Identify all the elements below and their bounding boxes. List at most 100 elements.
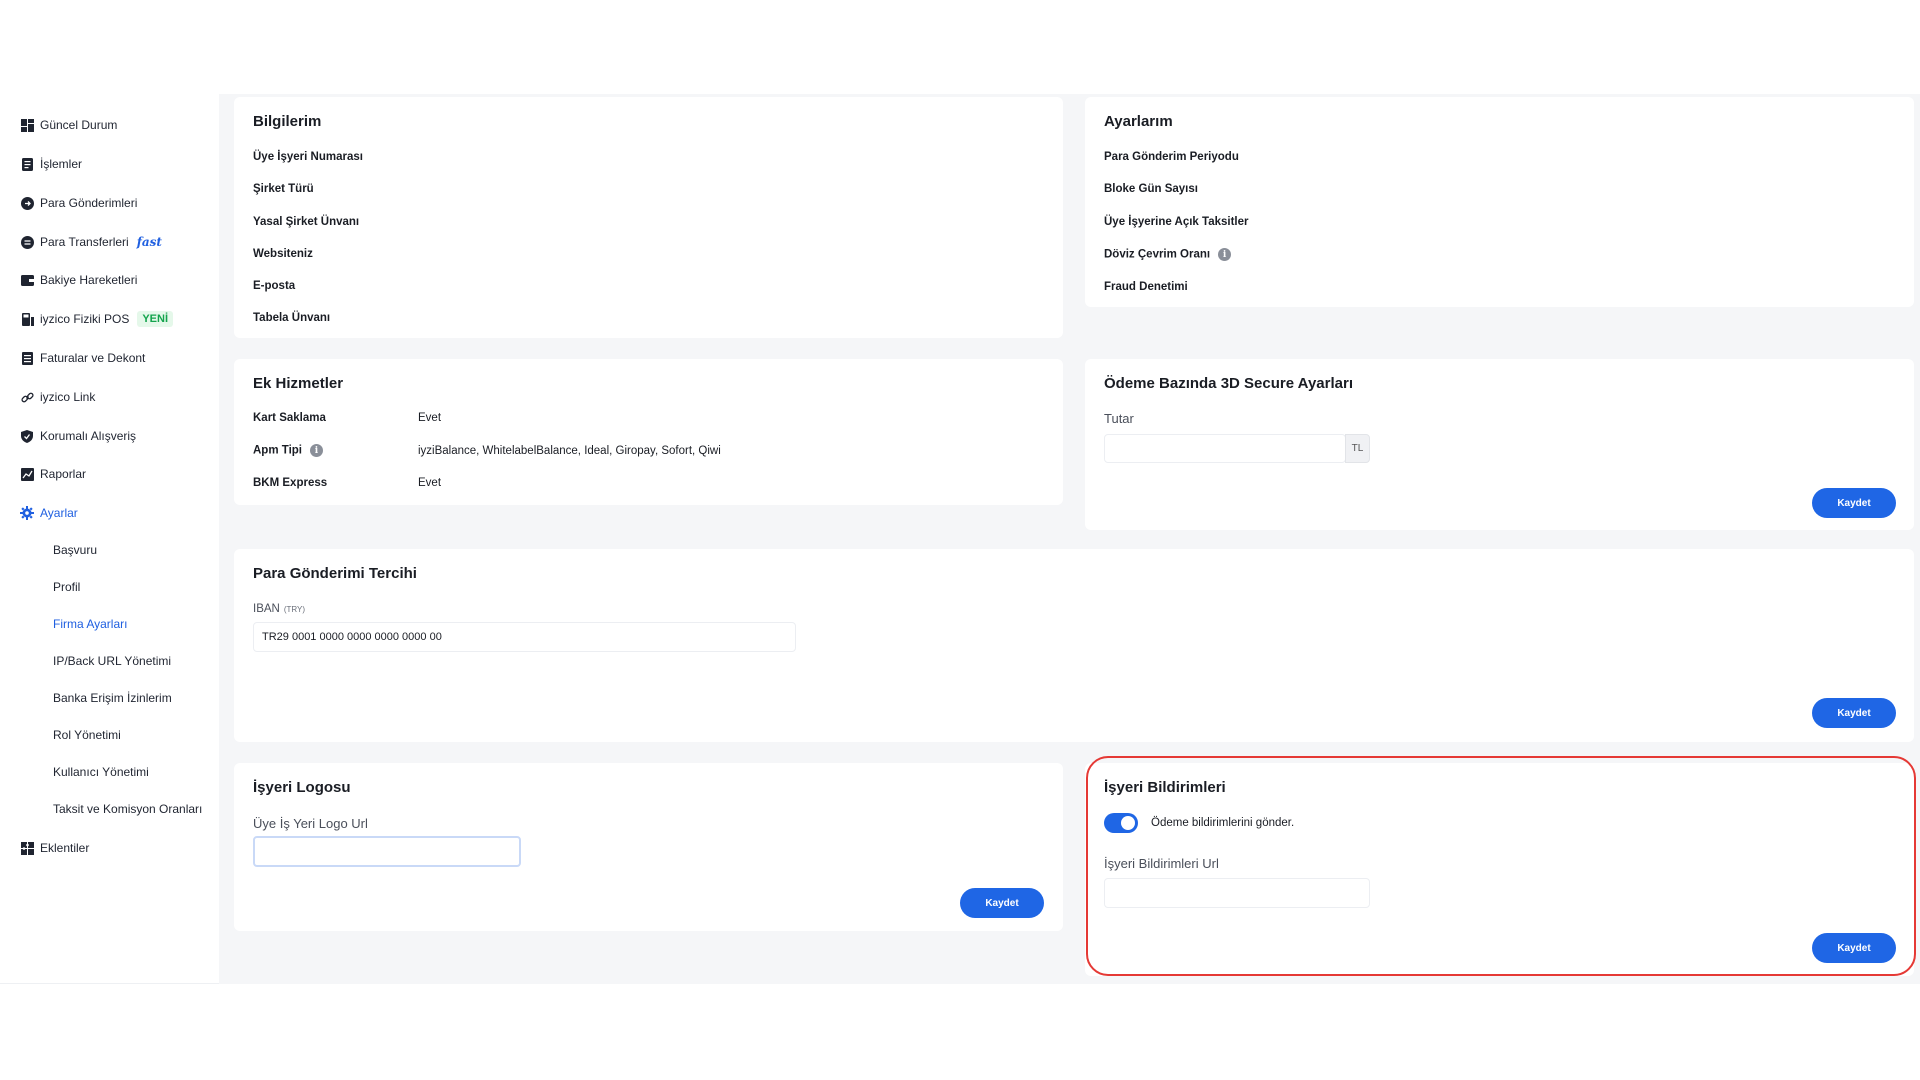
- tutar-input[interactable]: [1104, 434, 1346, 463]
- sidebar-item-korumali-alisveris[interactable]: Korumalı Alışveriş: [20, 424, 136, 448]
- sidebar-item-label: Faturalar ve Dekont: [40, 351, 146, 365]
- secure-3d-card: Ödeme Bazında 3D Secure Ayarları Tutar T…: [1085, 359, 1914, 530]
- card-title: İşyeri Bildirimleri: [1104, 779, 1226, 796]
- main-content: Bilgilerim Üye İşyeri Numarası Şirket Tü…: [219, 94, 1920, 984]
- sidebar-item-label: iyzico Fiziki POS: [40, 312, 130, 326]
- notification-toggle[interactable]: [1104, 813, 1138, 833]
- save-button[interactable]: Kaydet: [1812, 933, 1896, 963]
- sidebar-sub-label: Firma Ayarları: [53, 617, 128, 631]
- sidebar-item-islemler[interactable]: İşlemler: [20, 152, 82, 176]
- sidebar-sub-label: Kullanıcı Yönetimi: [53, 765, 149, 779]
- sidebar-item-label: Para Transferleri: [40, 235, 129, 249]
- sidebar-item-ayarlar[interactable]: Ayarlar: [20, 501, 78, 525]
- notification-url-label: İşyeri Bildirimleri Url: [1104, 856, 1219, 871]
- sidebar-item-label: Para Gönderimleri: [40, 196, 138, 210]
- new-badge: YENİ: [137, 311, 174, 327]
- sidebar-sub-label: Rol Yönetimi: [53, 728, 121, 742]
- card-title: Para Gönderimi Tercihi: [253, 565, 417, 582]
- sidebar-item-fiziki-pos[interactable]: iyzico Fiziki POS YENİ: [20, 307, 174, 331]
- para-gonderimi-card: Para Gönderimi Tercihi IBAN (TRY) TR29 00…: [234, 549, 1914, 742]
- sidebar-sub-kullanici-yonetimi[interactable]: Kullanıcı Yönetimi: [53, 761, 149, 783]
- service-row-label: BKM Express: [253, 477, 328, 489]
- service-row-label: Apm Tipi: [253, 444, 302, 457]
- card-title: İşyeri Logosu: [253, 779, 351, 796]
- puzzle-icon: [20, 841, 34, 855]
- chart-icon: [20, 467, 34, 481]
- sidebar-sub-firma-ayarlari[interactable]: Firma Ayarları: [53, 613, 127, 635]
- fast-badge: fast: [136, 235, 162, 249]
- sidebar-sub-taksit-komisyon[interactable]: Taksit ve Komisyon Oranları: [53, 798, 202, 820]
- notification-url-input[interactable]: [1104, 878, 1370, 908]
- sidebar-sub-label: Profil: [53, 580, 81, 594]
- wallet-icon: [20, 273, 34, 287]
- toggle-label: Ödeme bildirimlerini gönder.: [1151, 817, 1295, 829]
- info-row-label: Yasal Şirket Ünvanı: [253, 216, 360, 228]
- bildirimler-card: İşyeri Bildirimleri Ödeme bildirimlerini…: [1085, 763, 1914, 976]
- iban-input[interactable]: TR29 0001 0000 0000 0000 0000 00: [253, 622, 796, 652]
- logo-card: İşyeri Logosu Üye İş Yeri Logo Url Kayde…: [234, 763, 1063, 931]
- bilgilerim-card: Bilgilerim Üye İşyeri Numarası Şirket Tü…: [234, 97, 1063, 338]
- settings-row-doviz: Döviz Çevrim Oranı i: [1104, 248, 1232, 261]
- sidebar-sub-banka-erisim[interactable]: Banka Erişim İzinlerim: [53, 687, 172, 709]
- card-title: Ayarlarım: [1104, 113, 1173, 130]
- info-row-label: Tabela Ünvanı: [253, 312, 331, 324]
- tutar-label: Tutar: [1104, 411, 1134, 426]
- dashboard-icon: [20, 118, 34, 132]
- service-row-value: Evet: [418, 412, 442, 424]
- info-row-label: E-posta: [253, 280, 296, 292]
- sidebar-sub-profil[interactable]: Profil: [53, 576, 80, 598]
- sidebar-sub-label: Başvuru: [53, 543, 98, 557]
- settings-row-label: Fraud Denetimi: [1104, 281, 1188, 293]
- money-send-icon: [20, 196, 34, 210]
- info-icon[interactable]: i: [309, 444, 323, 457]
- pos-icon: [20, 312, 34, 326]
- shield-icon: [20, 429, 34, 443]
- settings-row-label: Döviz Çevrim Oranı: [1104, 248, 1211, 261]
- sidebar-item-label: iyzico Link: [40, 390, 96, 404]
- sidebar-item-label: Raporlar: [40, 467, 87, 481]
- sidebar-item-label: Korumalı Alışveriş: [40, 429, 137, 443]
- ayarlarim-card: Ayarlarım Para Gönderim Periyodu Bloke G…: [1085, 97, 1914, 307]
- sidebar-item-bakiye-hareketleri[interactable]: Bakiye Hareketleri: [20, 268, 137, 292]
- toggle-knob: [1121, 816, 1135, 830]
- info-row-label: Üye İşyeri Numarası: [253, 151, 363, 163]
- sidebar-item-faturalar[interactable]: Faturalar ve Dekont: [20, 346, 145, 370]
- info-row-label: Websiteniz: [253, 248, 313, 260]
- sidebar-item-label: Eklentiler: [40, 841, 90, 855]
- invoice-icon: [20, 351, 34, 365]
- sidebar-sub-label: Taksit ve Komisyon Oranları: [53, 802, 203, 816]
- link-icon: [20, 390, 34, 404]
- card-title: Ödeme Bazında 3D Secure Ayarları: [1104, 375, 1353, 392]
- service-row-value: iyziBalance, WhitelabelBalance, Ideal, G…: [418, 445, 721, 457]
- sidebar-sub-basvuru[interactable]: Başvuru: [53, 539, 97, 561]
- service-row-value: Evet: [418, 477, 442, 489]
- sidebar-item-para-transferleri[interactable]: Para Transferleri fast: [20, 230, 162, 254]
- info-icon[interactable]: i: [1218, 248, 1232, 261]
- gear-icon: [20, 506, 34, 520]
- sidebar-item-raporlar[interactable]: Raporlar: [20, 462, 86, 486]
- service-row-label: Kart Saklama: [253, 412, 326, 424]
- logo-url-input[interactable]: [253, 836, 521, 867]
- sidebar-item-guncel-durum[interactable]: Güncel Durum: [20, 113, 117, 137]
- sidebar-sub-rol-yonetimi[interactable]: Rol Yönetimi: [53, 724, 121, 746]
- save-button[interactable]: Kaydet: [1812, 698, 1896, 728]
- sidebar-sub-ip-back-url[interactable]: IP/Back URL Yönetimi: [53, 650, 171, 672]
- sidebar-sub-label: Banka Erişim İzinlerim: [53, 691, 172, 705]
- settings-row-label: Bloke Gün Sayısı: [1104, 183, 1198, 195]
- service-row-apm: Apm Tipi i: [253, 444, 323, 457]
- sidebar-item-eklentiler[interactable]: Eklentiler: [20, 836, 89, 860]
- document-icon: [20, 157, 34, 171]
- logo-url-label: Üye İş Yeri Logo Url: [253, 816, 368, 831]
- save-button[interactable]: Kaydet: [1812, 488, 1896, 518]
- transfer-icon: [20, 235, 34, 249]
- sidebar-item-para-gonderimleri[interactable]: Para Gönderimleri: [20, 191, 137, 215]
- save-button[interactable]: Kaydet: [960, 888, 1044, 918]
- iban-label-text: IBAN: [253, 603, 280, 615]
- iban-currency: (TRY): [283, 605, 306, 614]
- tl-addon: TL: [1345, 434, 1370, 463]
- sidebar-item-iyzico-link[interactable]: iyzico Link: [20, 385, 95, 409]
- card-title: Ek Hizmetler: [253, 375, 344, 392]
- sidebar-sub-label: IP/Back URL Yönetimi: [53, 654, 172, 668]
- iban-label: IBAN (TRY): [253, 603, 305, 615]
- ek-hizmetler-card: Ek Hizmetler Kart Saklama Evet Apm Tipi i…: [234, 359, 1063, 505]
